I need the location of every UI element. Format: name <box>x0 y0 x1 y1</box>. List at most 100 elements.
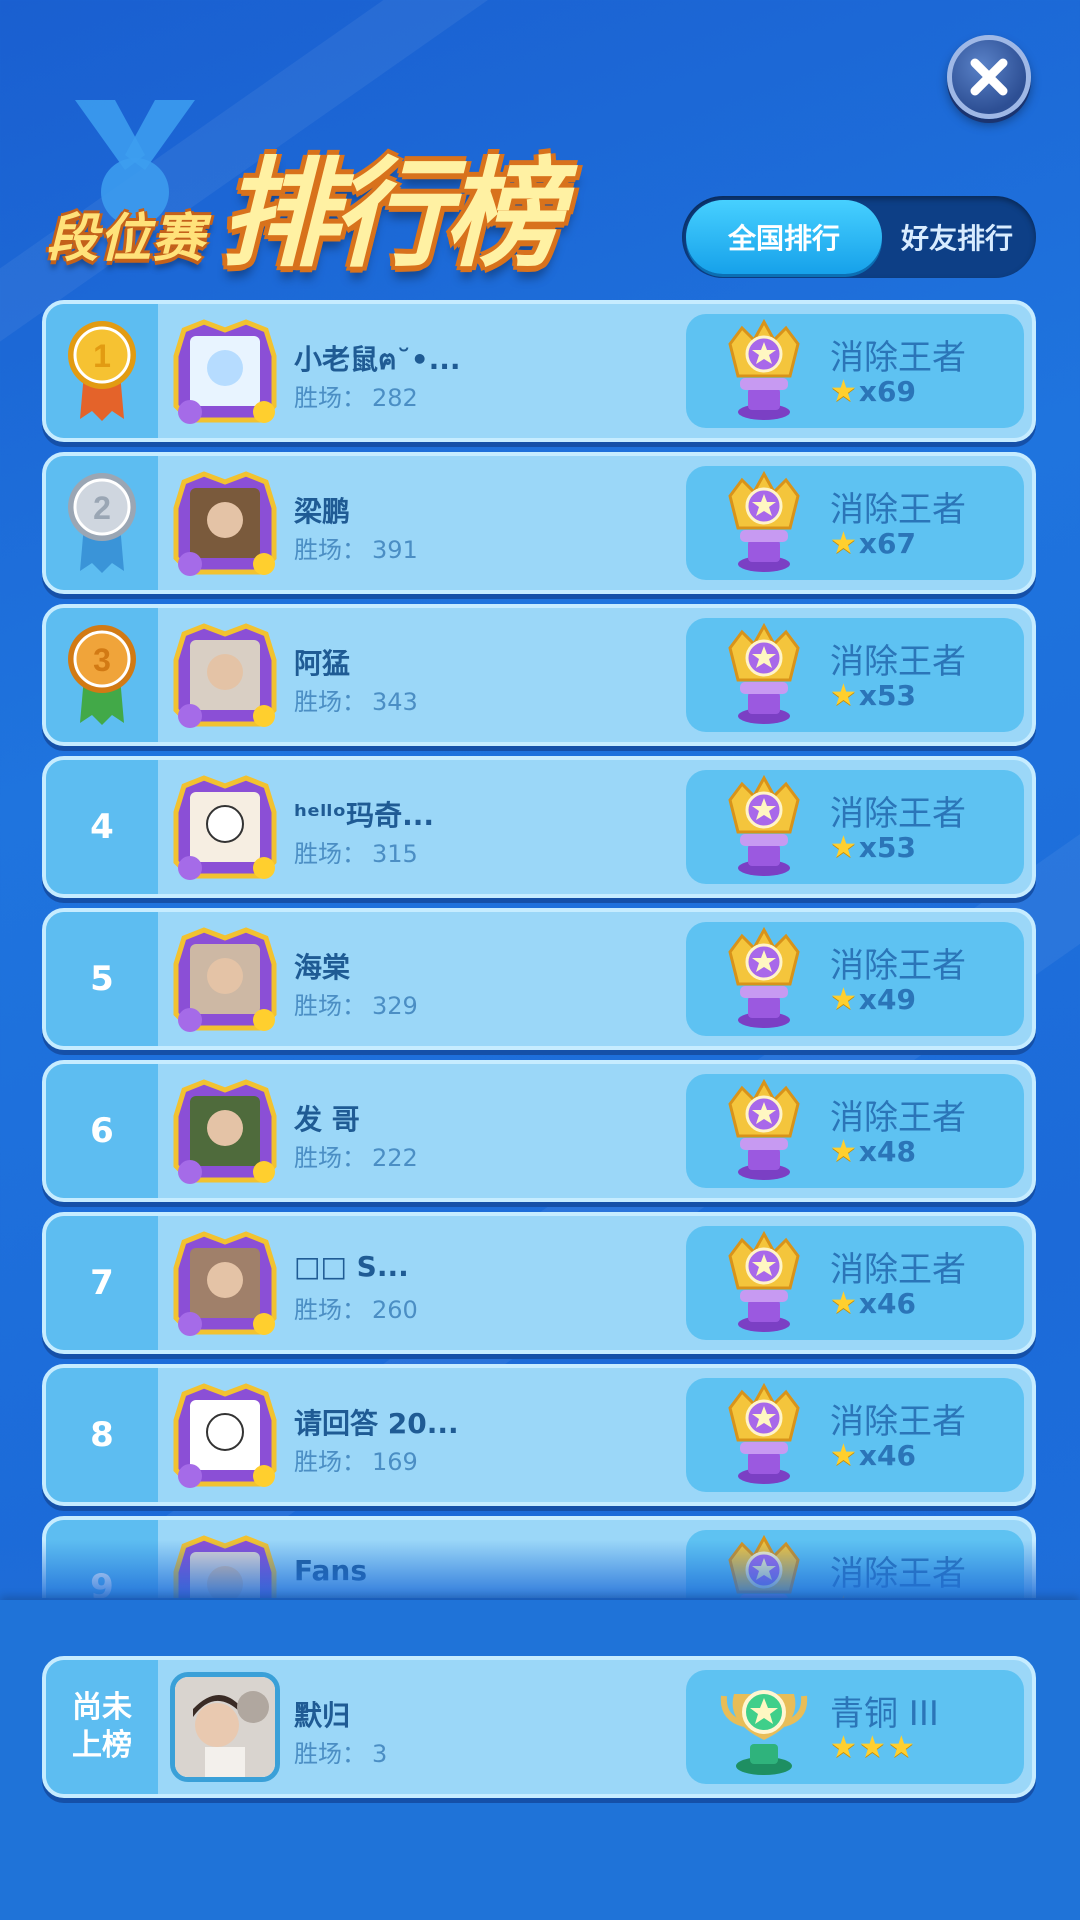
leaderboard-list[interactable]: 1 小老鼠ฅ˘•... 胜场： 282 消除王者 ★ x69 2 梁鹏 胜场： … <box>0 300 1080 1598</box>
avatar-frame <box>173 927 277 1032</box>
avatar[interactable] <box>170 468 280 578</box>
star-count: x53 <box>858 679 916 712</box>
wins-label: 胜场： <box>294 992 366 1020</box>
tier-name: 消除王者 <box>830 338 966 378</box>
leaderboard-row[interactable]: 5 海棠 胜场： 329 消除王者 ★ x49 <box>42 908 1036 1050</box>
leaderboard-row[interactable]: 8 请回答 20... 胜场： 169 消除王者 ★ x46 <box>42 1364 1036 1506</box>
avatar[interactable] <box>170 316 280 426</box>
svg-text:2: 2 <box>93 490 111 526</box>
close-button[interactable] <box>947 35 1031 119</box>
wins-value: 260 <box>372 1296 418 1324</box>
wins-label: 胜场： <box>294 688 366 716</box>
tier-name: 消除王者 <box>830 1098 966 1138</box>
avatar[interactable] <box>170 620 280 730</box>
tier-name: 消除王者 <box>830 490 966 530</box>
wins-value: 222 <box>372 1144 418 1172</box>
silver-medal-icon: 2 <box>68 473 136 573</box>
wins-value: 315 <box>372 840 418 868</box>
king-trophy-icon <box>728 622 800 724</box>
rank-cell: 5 <box>46 912 158 1046</box>
title-subtitle: 段位赛 <box>46 209 206 269</box>
player-wins: 胜场： <box>294 1594 372 1598</box>
avatar[interactable] <box>170 1076 280 1186</box>
star-count: x49 <box>858 983 916 1016</box>
avatar-frame <box>173 1535 277 1598</box>
tier-name: 消除王者 <box>830 1250 966 1290</box>
star-count: x46 <box>858 1439 916 1472</box>
not-ranked-line: 尚未 <box>72 1690 132 1725</box>
king-trophy-icon <box>728 774 800 876</box>
star-icon: ★ <box>858 1730 886 1765</box>
my-rank-row[interactable]: 尚未 上榜 默归 胜场： 3 青铜 III ★ ★ ★ <box>42 1656 1036 1798</box>
avatar[interactable] <box>170 772 280 882</box>
wins-value: 282 <box>372 384 418 412</box>
leaderboard-row[interactable]: 2 梁鹏 胜场： 391 消除王者 ★ x67 <box>42 452 1036 594</box>
star-icon: ★ <box>830 526 857 561</box>
king-trophy-icon <box>728 1382 800 1484</box>
wins-label: 胜场： <box>294 1144 366 1172</box>
tier-box: 消除王者 ★ x49 <box>686 922 1024 1036</box>
tier-box: 消除王者 ★ <box>686 1530 1024 1598</box>
avatar[interactable] <box>170 1672 280 1782</box>
player-wins: 胜场： 169 <box>294 1442 418 1477</box>
rank-number: 9 <box>90 1567 114 1598</box>
star-count: x53 <box>858 831 916 864</box>
svg-text:1: 1 <box>93 338 111 374</box>
rank-cell: 6 <box>46 1064 158 1198</box>
tier-box: 消除王者 ★ x67 <box>686 466 1024 580</box>
rank-number: 6 <box>90 1111 114 1151</box>
tier-stars: ★ x53 <box>830 678 916 713</box>
wins-label: 胜场： <box>294 1740 366 1768</box>
leaderboard-row[interactable]: 1 小老鼠ฅ˘•... 胜场： 282 消除王者 ★ x69 <box>42 300 1036 442</box>
leaderboard-row[interactable]: 4 ʰᵉˡˡᵒ玛奇... 胜场： 315 消除王者 ★ x53 <box>42 756 1036 898</box>
tier-name: 消除王者 <box>830 794 966 834</box>
rank-cell: 2 <box>46 456 158 590</box>
player-name: □□ S... <box>294 1250 409 1283</box>
tier-name: 消除王者 <box>830 642 966 682</box>
rank-cell: 尚未 上榜 <box>46 1660 158 1794</box>
gold-medal-icon: 1 <box>68 321 136 421</box>
ranking-tab-switch: 全国排行 好友排行 <box>682 196 1036 278</box>
tab-national[interactable]: 全国排行 <box>686 200 882 274</box>
star-icon: ★ <box>830 1286 857 1321</box>
rank-number: 7 <box>90 1263 114 1303</box>
tier-stars: ★ x69 <box>830 374 916 409</box>
player-name: 请回答 20... <box>294 1407 459 1440</box>
leaderboard-row[interactable]: 6 发 哥 胜场： 222 消除王者 ★ x48 <box>42 1060 1036 1202</box>
rank-cell: 1 <box>46 304 158 438</box>
player-wins: 胜场： 222 <box>294 1138 418 1173</box>
king-trophy-icon <box>728 470 800 572</box>
wins-label: 胜场： <box>294 1448 366 1476</box>
player-name: 默归 <box>294 1699 351 1732</box>
star-icon: ★ <box>830 678 857 713</box>
leaderboard-row[interactable]: 7 □□ S... 胜场： 260 消除王者 ★ x46 <box>42 1212 1036 1354</box>
avatar[interactable] <box>170 1228 280 1338</box>
tier-box: 消除王者 ★ x46 <box>686 1226 1024 1340</box>
avatar-frame <box>173 1079 277 1184</box>
star-count: x67 <box>858 527 916 560</box>
rank-cell: 3 <box>46 608 158 742</box>
svg-text:3: 3 <box>93 642 111 678</box>
player-name: 发 哥 <box>294 1103 360 1136</box>
tier-stars: ★ x67 <box>830 526 916 561</box>
star-icon: ★ <box>830 374 857 409</box>
star-icon: ★ <box>830 982 857 1017</box>
leaderboard-row[interactable]: 3 阿猛 胜场： 343 消除王者 ★ x53 <box>42 604 1036 746</box>
avatar[interactable] <box>170 924 280 1034</box>
avatar-frame <box>173 1231 277 1336</box>
avatar[interactable] <box>170 1380 280 1490</box>
tab-friends[interactable]: 好友排行 <box>882 200 1032 274</box>
leaderboard-row[interactable]: 9 Fans 胜场： 消除王者 ★ <box>42 1516 1036 1598</box>
player-wins: 胜场： 315 <box>294 834 418 869</box>
avatar-frame <box>173 319 277 424</box>
tier-stars: ★ x49 <box>830 982 916 1017</box>
my-rank-bar: 尚未 上榜 默归 胜场： 3 青铜 III ★ ★ ★ <box>0 1600 1080 1920</box>
tier-name: 消除王者 <box>830 1554 966 1594</box>
wins-label: 胜场： <box>294 384 366 412</box>
rank-number: 5 <box>90 959 114 999</box>
avatar[interactable] <box>170 1532 280 1598</box>
player-wins: 胜场： 329 <box>294 986 418 1021</box>
wins-label: 胜场： <box>294 536 366 564</box>
wins-label: 胜场： <box>294 1296 366 1324</box>
star-icon: ★ <box>887 1730 915 1765</box>
